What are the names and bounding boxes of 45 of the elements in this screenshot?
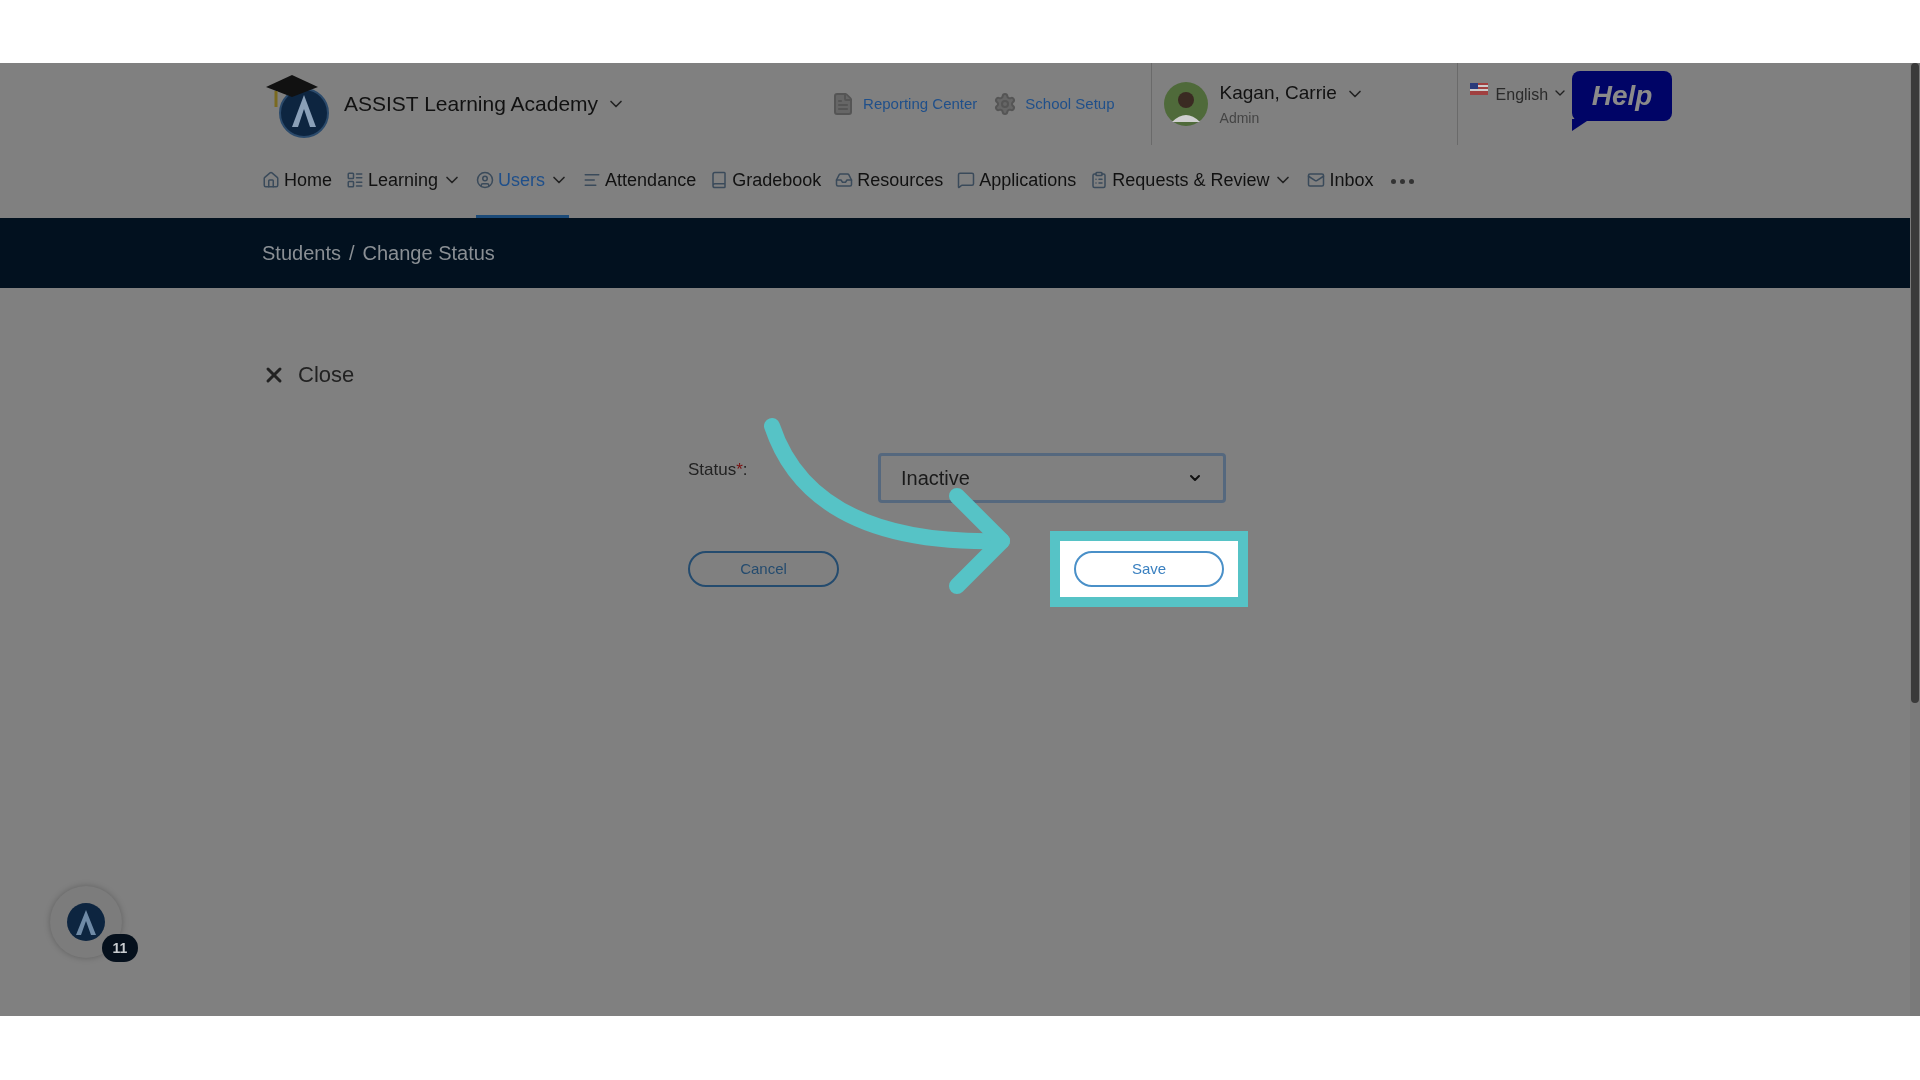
status-label: Status*: <box>688 459 749 481</box>
tray-icon <box>835 171 854 189</box>
nav-label: Applications <box>979 168 1077 192</box>
nav-tab[interactable]: Resources <box>835 145 944 218</box>
nav-label: Users <box>498 168 546 192</box>
house-icon <box>262 171 280 189</box>
save-button[interactable]: Save <box>1074 551 1224 587</box>
envelope-icon <box>1307 171 1326 189</box>
scrollbar[interactable] <box>1910 63 1920 1016</box>
nav-label: Inbox <box>1329 168 1374 192</box>
nav-label: Resources <box>857 168 944 192</box>
speech-bubble-icon <box>957 171 976 189</box>
nav-label: Requests & Review <box>1112 168 1270 192</box>
user-name[interactable]: Kagan, Carrie <box>1219 79 1337 108</box>
nav-tab[interactable]: Gradebook <box>710 145 822 218</box>
nav-label: Home <box>284 168 332 192</box>
nav-label: Learning <box>368 168 439 192</box>
status-select[interactable]: Inactive <box>878 453 1226 503</box>
nav-tab[interactable]: Requests & Review <box>1090 145 1294 218</box>
breadcrumb-separator: / <box>348 241 355 266</box>
school-name[interactable]: ASSIST Learning Academy <box>344 88 599 120</box>
book-icon <box>710 171 729 189</box>
logo-icon <box>66 902 106 942</box>
close-button[interactable]: Close <box>262 358 355 391</box>
nav-tab[interactable]: Learning <box>346 145 463 218</box>
breadcrumb-item: Change Status <box>362 241 495 266</box>
language-selector[interactable]: English <box>1495 83 1549 107</box>
avatar <box>1163 82 1208 126</box>
nav-tab[interactable]: Applications <box>957 145 1077 218</box>
nav-label: Attendance <box>605 168 697 192</box>
gear-icon <box>993 92 1018 116</box>
user-role: Admin <box>1219 108 1261 128</box>
nav-label: Gradebook <box>732 168 822 192</box>
clipboard-icon <box>1090 171 1109 189</box>
bars-icon <box>583 171 602 189</box>
grid-icon <box>346 171 364 189</box>
nav-tab[interactable]: Attendance <box>583 145 697 218</box>
count-badge: 11 <box>102 934 138 962</box>
more-icon[interactable] <box>1391 179 1415 184</box>
flag-icon <box>1469 83 1488 95</box>
breadcrumb-item[interactable]: Students <box>262 238 341 268</box>
nav-tab[interactable]: Home <box>262 145 332 218</box>
nav-tab[interactable]: Inbox <box>1307 145 1374 218</box>
help-button[interactable]: Help <box>1572 71 1673 121</box>
user-icon <box>476 171 495 189</box>
